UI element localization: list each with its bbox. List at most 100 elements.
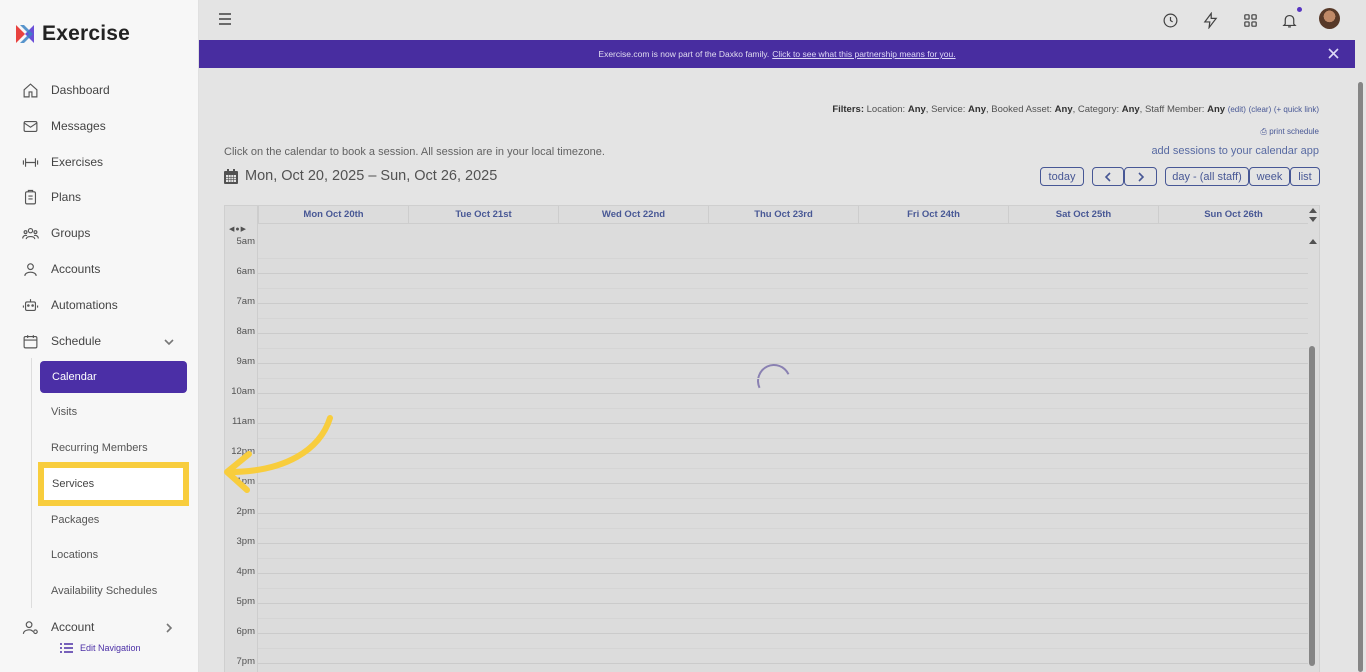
calendar-day-header[interactable]: Sun Oct 26th xyxy=(1158,206,1308,223)
sidebar-item-schedule[interactable]: Schedule xyxy=(22,331,101,351)
half-hour-line xyxy=(258,498,1308,499)
banner-text: Exercise.com is now part of the Daxko fa… xyxy=(598,49,770,59)
hour-label: 7pm xyxy=(236,656,255,667)
half-hour-line xyxy=(258,438,1308,439)
filters-edit-link[interactable]: (edit) xyxy=(1228,105,1246,114)
hour-label: 3pm xyxy=(236,536,255,547)
half-hour-line xyxy=(258,558,1308,559)
date-range-title: Mon, Oct 20, 2025 – Sun, Oct 26, 2025 xyxy=(224,168,497,184)
week-view-button[interactable]: week xyxy=(1249,167,1290,186)
hour-line xyxy=(258,423,1308,424)
half-hour-line xyxy=(258,288,1308,289)
announcement-banner: Exercise.com is now part of the Daxko fa… xyxy=(199,40,1355,68)
calendar-day-headers: Mon Oct 20th Tue Oct 21st Wed Oct 22nd Thu … xyxy=(258,206,1308,224)
sidebar-subitem-calendar[interactable]: Calendar xyxy=(40,361,187,393)
clipboard-icon xyxy=(24,189,37,204)
list-view-button[interactable]: list xyxy=(1290,167,1320,186)
hour-line xyxy=(258,333,1308,334)
hamburger-menu-icon[interactable] xyxy=(218,12,232,26)
list-icon xyxy=(60,643,73,653)
prev-week-button[interactable] xyxy=(1092,167,1124,186)
user-icon xyxy=(24,262,37,276)
close-icon[interactable] xyxy=(1328,48,1339,59)
half-hour-line xyxy=(258,408,1308,409)
hour-label: 6pm xyxy=(236,626,255,637)
sidebar-subitem-availability-schedules[interactable]: Availability Schedules xyxy=(51,582,157,600)
chevron-right-icon xyxy=(1138,171,1145,182)
lightning-icon[interactable] xyxy=(1202,12,1219,29)
group-icon xyxy=(22,227,39,239)
calendar-scrollbar[interactable] xyxy=(1307,206,1319,672)
bell-icon[interactable] xyxy=(1281,12,1298,29)
add-sessions-link[interactable]: add sessions to your calendar app xyxy=(1151,145,1319,157)
sidebar-subitem-recurring-members[interactable]: Recurring Members xyxy=(51,439,148,457)
app-name: Exercise xyxy=(42,22,131,45)
print-schedule-link[interactable]: ⎙ print schedule xyxy=(1261,127,1319,137)
sidebar-item-exercises[interactable]: Exercises xyxy=(22,152,103,172)
annotation-arrow-icon xyxy=(224,415,333,493)
sidebar-subitem-visits[interactable]: Visits xyxy=(51,403,77,421)
day-view-button[interactable]: day - (all staff) xyxy=(1165,167,1249,186)
sidebar-item-automations[interactable]: Automations xyxy=(22,295,118,315)
page-scrollbar[interactable] xyxy=(1355,40,1366,672)
history-clock-icon[interactable] xyxy=(1162,12,1179,29)
loading-spinner-icon xyxy=(752,359,796,403)
half-hour-line xyxy=(258,648,1308,649)
calendar-day-header[interactable]: Mon Oct 20th xyxy=(258,206,408,223)
half-hour-line xyxy=(258,528,1308,529)
filters-clear-link[interactable]: (clear) xyxy=(1249,105,1272,114)
hour-line xyxy=(258,273,1308,274)
hour-label: 9am xyxy=(236,356,255,367)
chevron-down-icon[interactable] xyxy=(163,336,175,348)
home-icon xyxy=(23,82,38,97)
hour-line xyxy=(258,303,1308,304)
hour-label: 7am xyxy=(236,296,255,307)
hour-line xyxy=(258,543,1308,544)
half-hour-line xyxy=(258,468,1308,469)
week-calendar-grid[interactable]: Mon Oct 20th Tue Oct 21st Wed Oct 22nd Thu … xyxy=(224,205,1320,672)
hour-line xyxy=(258,573,1308,574)
sidebar-item-messages[interactable]: Messages xyxy=(22,116,106,136)
half-hour-line xyxy=(258,588,1308,589)
hour-line xyxy=(258,453,1308,454)
notification-dot xyxy=(1297,7,1302,12)
edit-navigation-link[interactable]: Edit Navigation xyxy=(60,642,141,654)
sidebar-subitem-locations[interactable]: Locations xyxy=(51,546,98,564)
calendar-icon xyxy=(224,168,238,184)
chevron-left-icon xyxy=(1104,171,1111,182)
sidebar-item-groups[interactable]: Groups xyxy=(22,223,90,243)
quick-link[interactable]: (+ quick link) xyxy=(1274,105,1319,114)
calendar-day-header[interactable]: Thu Oct 23rd xyxy=(708,206,858,223)
calendar-day-header[interactable]: Tue Oct 21st xyxy=(408,206,558,223)
calendar-instruction: Click on the calendar to book a session.… xyxy=(224,146,605,158)
sidebar-item-plans[interactable]: Plans xyxy=(22,187,81,207)
chevron-right-icon[interactable] xyxy=(163,622,175,634)
exercise-logo-icon xyxy=(16,25,34,43)
calendar-day-header[interactable]: Fri Oct 24th xyxy=(858,206,1008,223)
today-button[interactable]: today xyxy=(1040,167,1084,186)
sidebar-subitem-services[interactable]: Services xyxy=(38,462,189,506)
printer-icon: ⎙ xyxy=(1260,127,1267,136)
hour-line xyxy=(258,363,1308,364)
next-week-button[interactable] xyxy=(1124,167,1157,186)
hour-label: 4pm xyxy=(236,566,255,577)
top-bar xyxy=(199,0,1366,40)
filters-summary: Filters: Location: Any, Service: Any, Bo… xyxy=(832,104,1319,115)
calendar-day-header[interactable]: Wed Oct 22nd xyxy=(558,206,708,223)
hour-line xyxy=(258,393,1308,394)
apps-grid-icon[interactable] xyxy=(1242,12,1259,29)
sidebar-subitem-packages[interactable]: Packages xyxy=(51,511,99,529)
half-hour-line xyxy=(258,318,1308,319)
sidebar-item-dashboard[interactable]: Dashboard xyxy=(22,80,110,100)
calendar-day-header[interactable]: Sat Oct 25th xyxy=(1008,206,1158,223)
banner-link[interactable]: Click to see what this partnership means… xyxy=(772,49,955,59)
app-logo[interactable]: Exercise xyxy=(14,22,130,46)
hour-label: 8am xyxy=(236,326,255,337)
robot-icon xyxy=(22,298,39,311)
sidebar-item-account[interactable]: Account xyxy=(22,617,94,637)
time-nav-arrows-icon[interactable]: ◀●▶ xyxy=(229,225,247,233)
user-avatar[interactable] xyxy=(1319,8,1340,29)
calendar-icon xyxy=(23,334,38,348)
sidebar-item-accounts[interactable]: Accounts xyxy=(22,259,100,279)
half-hour-line xyxy=(258,258,1308,259)
